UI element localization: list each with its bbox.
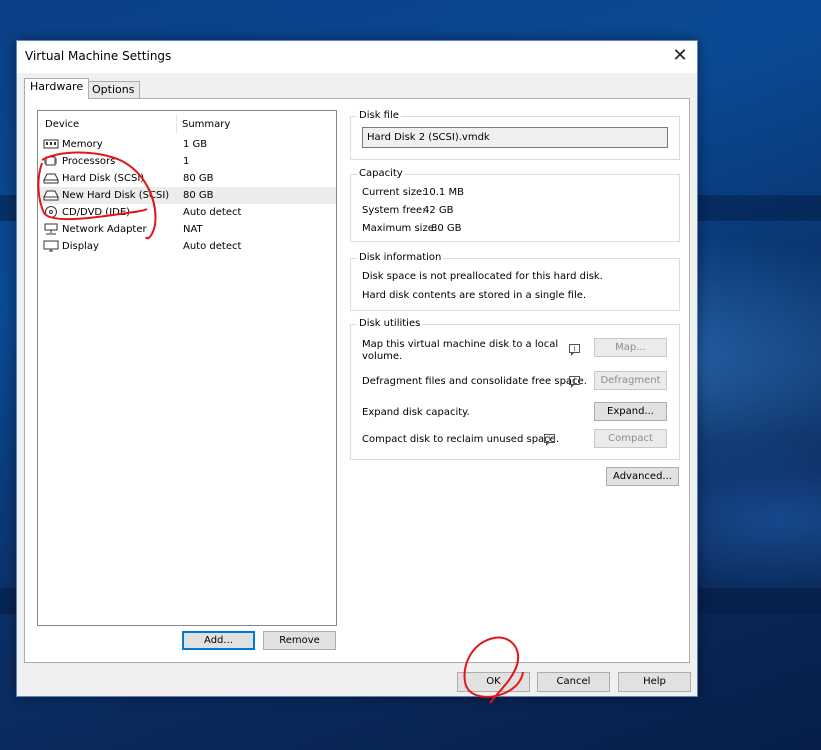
disk-info-line-1: Disk space is not preallocated for this … [362,271,603,282]
system-free-label: System free: [362,205,426,216]
remove-device-button[interactable]: Remove [263,631,336,650]
disk-utilities-label: Disk utilities [357,318,423,329]
device-name: Processors [62,156,116,167]
summary-column-header[interactable]: Summary [182,119,230,130]
device-summary: 80 GB [183,190,214,201]
defragment-description: Defragment files and consolidate free sp… [362,376,587,387]
close-icon[interactable]: ✕ [663,41,697,71]
current-size-value: 10.1 MB [423,187,464,198]
tab-hardware[interactable]: Hardware [24,78,90,99]
ok-button[interactable]: OK [457,672,530,692]
defragment-button[interactable]: Defragment [594,371,667,390]
advanced-button[interactable]: Advanced... [606,467,679,486]
device-summary: NAT [183,224,203,235]
device-name: New Hard Disk (SCSI) [62,190,170,201]
expand-description: Expand disk capacity. [362,407,470,418]
device-row-display[interactable]: Display Auto detect [39,238,336,255]
compact-button[interactable]: Compact [594,429,667,448]
disk-file-group: Disk file Hard Disk 2 (SCSI).vmdk [350,110,680,160]
device-summary: Auto detect [183,207,242,218]
maximum-size-value: 80 GB [431,223,462,234]
disk-info-line-2: Hard disk contents are stored in a singl… [362,290,587,301]
cd-dvd-icon [45,206,57,218]
disk-utilities-group: Disk utilities Map this virtual machine … [350,318,680,460]
title-bar[interactable]: Virtual Machine Settings ✕ [17,41,697,73]
device-row-new-hard-disk[interactable]: New Hard Disk (SCSI) 80 GB [39,187,336,204]
disk-information-label: Disk information [357,252,444,263]
window-title: Virtual Machine Settings [25,49,172,63]
hard-disk-icon [43,190,59,201]
help-button[interactable]: Help [618,672,691,692]
device-column-header[interactable]: Device [45,119,79,130]
hardware-tab-panel: Device Summary Memory 1 GB Processors 1 … [24,98,690,663]
capacity-label: Capacity [357,168,405,179]
disk-information-group: Disk information Disk space is not preal… [350,252,680,311]
device-summary: 1 [183,156,190,167]
device-row-memory[interactable]: Memory 1 GB [39,136,336,153]
current-size-label: Current size: [362,187,426,198]
device-name: CD/DVD (IDE) [62,207,131,218]
device-summary: Auto detect [183,241,242,252]
processor-icon [44,156,57,166]
device-summary: 1 GB [183,139,208,150]
cancel-button[interactable]: Cancel [537,672,610,692]
device-list[interactable]: Device Summary Memory 1 GB Processors 1 … [37,110,337,626]
capacity-group: Capacity Current size: 10.1 MB System fr… [350,168,680,242]
hard-disk-icon [43,173,59,184]
device-name: Network Adapter [62,224,147,235]
network-adapter-icon [44,223,58,235]
vm-settings-dialog: Virtual Machine Settings ✕ Hardware Opti… [16,40,698,697]
expand-button[interactable]: Expand... [594,402,667,421]
map-description-line-2: volume. [362,351,403,362]
display-icon [43,240,59,252]
column-divider[interactable] [176,114,177,134]
info-icon[interactable]: i [569,344,580,356]
map-description-line-1: Map this virtual machine disk to a local [362,339,559,350]
device-row-processors[interactable]: Processors 1 [39,153,336,170]
device-row-network-adapter[interactable]: Network Adapter NAT [39,221,336,238]
device-name: Memory [62,139,103,150]
system-free-value: 42 GB [423,205,454,216]
info-icon[interactable]: i [569,376,580,388]
compact-description: Compact disk to reclaim unused space. [362,434,560,445]
info-icon[interactable]: i [544,434,555,446]
disk-file-field[interactable]: Hard Disk 2 (SCSI).vmdk [362,127,668,148]
memory-icon [43,139,59,149]
maximum-size-label: Maximum size: [362,223,438,234]
device-name: Hard Disk (SCSI) [62,173,145,184]
disk-file-label: Disk file [357,110,401,121]
device-name: Display [62,241,99,252]
add-device-button[interactable]: Add... [182,631,255,650]
tab-options[interactable]: Options [86,81,141,99]
map-button[interactable]: Map... [594,338,667,357]
device-row-cd-dvd[interactable]: CD/DVD (IDE) Auto detect [39,204,336,221]
device-summary: 80 GB [183,173,214,184]
device-row-hard-disk[interactable]: Hard Disk (SCSI) 80 GB [39,170,336,187]
